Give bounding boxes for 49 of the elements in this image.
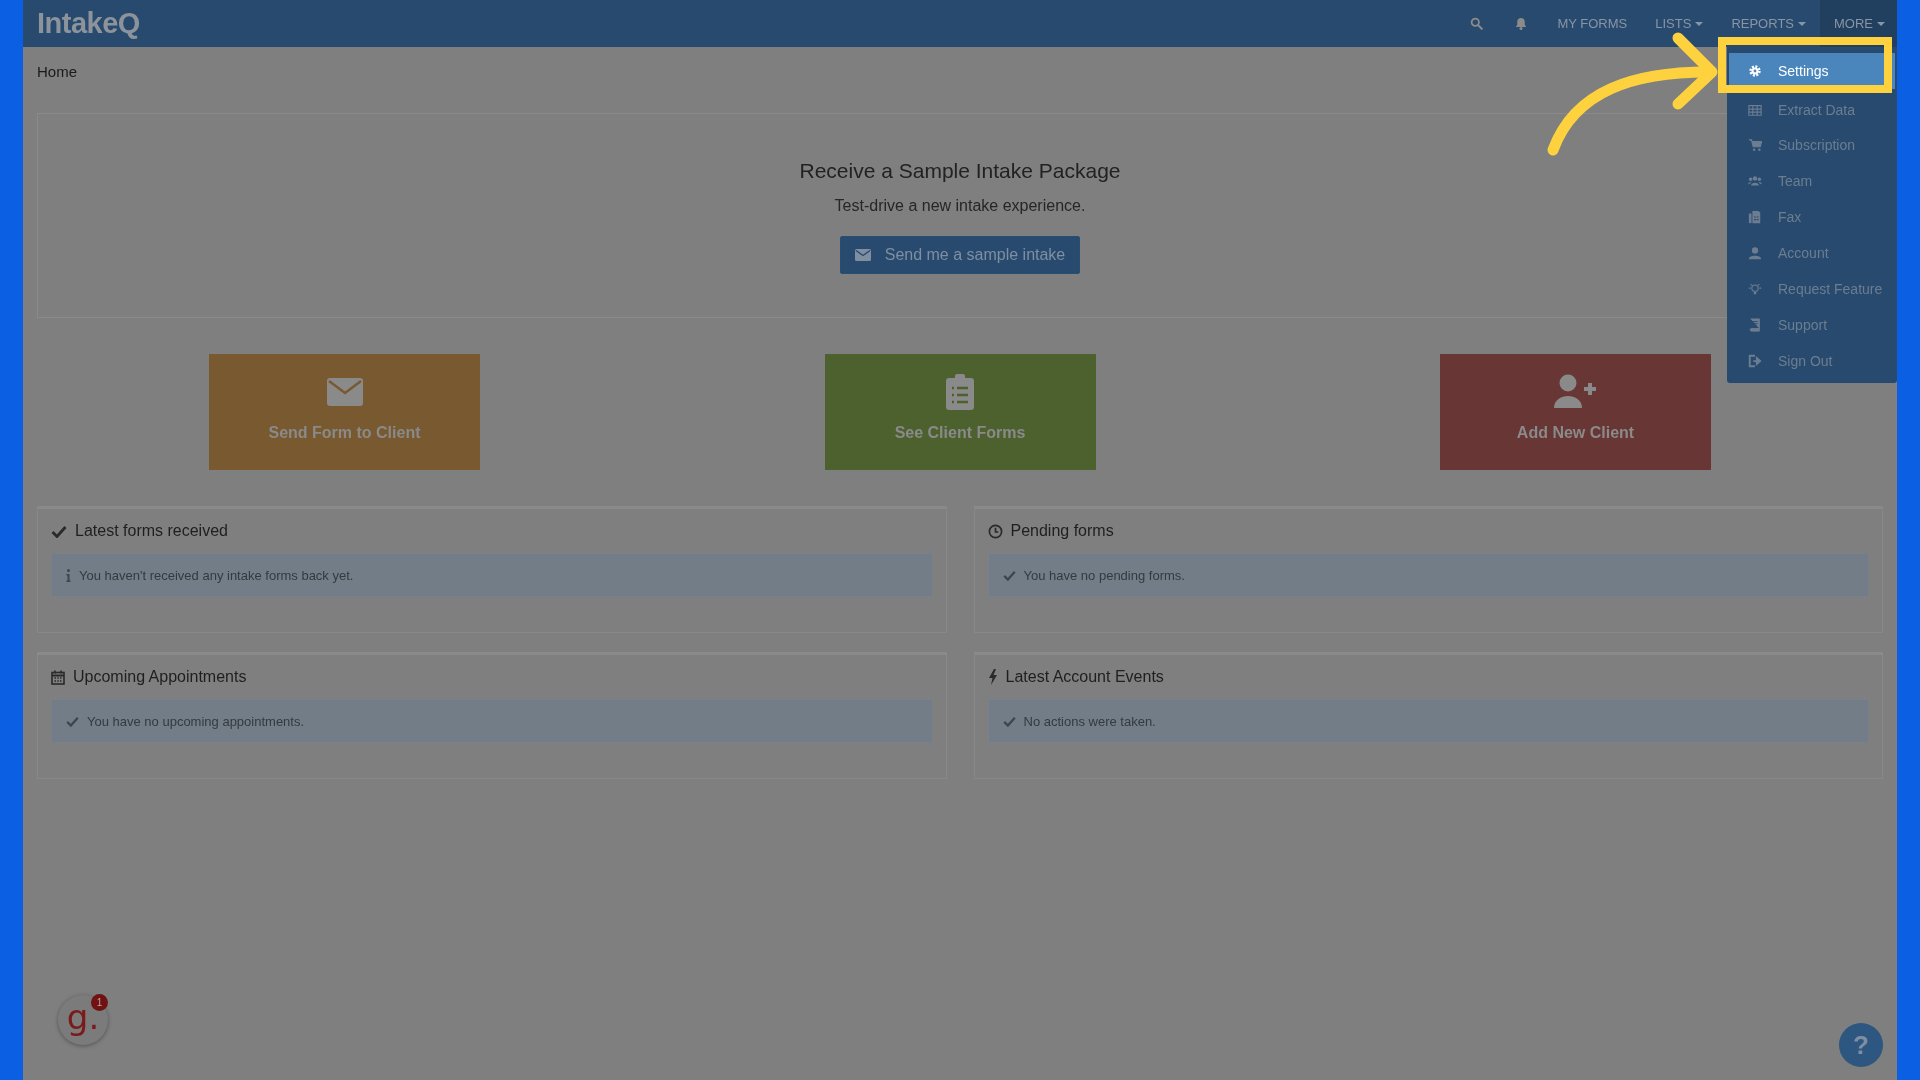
menu-item[interactable]: Request Feature bbox=[1729, 271, 1895, 307]
menu-item[interactable]: Account bbox=[1729, 235, 1895, 271]
sign-out-icon bbox=[1748, 354, 1762, 368]
search-icon[interactable] bbox=[1470, 17, 1484, 30]
lightbulb-icon bbox=[1748, 282, 1762, 296]
envelope-icon bbox=[854, 249, 871, 261]
envelope-icon bbox=[326, 378, 363, 406]
breadcrumb[interactable]: Home bbox=[37, 62, 77, 80]
table-icon bbox=[1748, 103, 1762, 117]
checkmark-icon bbox=[1002, 715, 1016, 727]
bell-icon[interactable] bbox=[1515, 17, 1528, 30]
menu-item[interactable]: Fax bbox=[1729, 199, 1895, 235]
message-text: No actions were taken. bbox=[1023, 713, 1156, 729]
menu-item[interactable]: Subscription bbox=[1729, 127, 1895, 163]
send-sample-button[interactable]: Send me a sample intake bbox=[839, 236, 1081, 274]
menu-item[interactable]: Sign Out bbox=[1729, 343, 1895, 379]
person-icon bbox=[1748, 246, 1762, 260]
panel-title: Latest forms received bbox=[75, 522, 228, 540]
info-icon bbox=[66, 568, 71, 582]
action-tile[interactable]: Send Form to Client bbox=[209, 354, 480, 470]
message-text: You have no pending forms. bbox=[1023, 567, 1185, 583]
message-text: You haven't received any intake forms back yet. bbox=[79, 567, 354, 583]
promo-subtitle: Test-drive a new intake experience. bbox=[834, 197, 1086, 215]
nav-link[interactable]: MY FORMS bbox=[1543, 0, 1642, 47]
message-text: You have no upcoming appointments. bbox=[87, 713, 305, 729]
clipboard-icon bbox=[946, 374, 974, 410]
lightning-icon bbox=[987, 669, 998, 685]
checkmark-icon bbox=[1002, 569, 1016, 581]
logo[interactable]: IntakeQ bbox=[37, 7, 140, 40]
action-tile[interactable]: Add New Client bbox=[1440, 354, 1711, 470]
panel-title: Upcoming Appointments bbox=[73, 668, 247, 686]
nav-link[interactable]: REPORTS bbox=[1717, 0, 1820, 47]
user-plus-icon bbox=[1553, 374, 1598, 410]
action-tile[interactable]: See Client Forms bbox=[824, 354, 1096, 470]
calendar-icon bbox=[51, 669, 65, 685]
cart-icon bbox=[1748, 138, 1762, 152]
checkmark-icon bbox=[51, 524, 67, 538]
panel-title: Pending forms bbox=[1010, 522, 1114, 540]
panel-title: Latest Account Events bbox=[1005, 668, 1164, 686]
people-icon bbox=[1748, 174, 1762, 188]
clock-icon bbox=[987, 523, 1003, 539]
fax-icon bbox=[1748, 210, 1762, 224]
promo-title: Receive a Sample Intake Package bbox=[799, 159, 1121, 183]
menu-item[interactable]: Support bbox=[1729, 307, 1895, 343]
menu-item[interactable]: Extract Data bbox=[1729, 93, 1895, 127]
menu-item[interactable]: Team bbox=[1729, 163, 1895, 199]
gear-icon bbox=[1748, 64, 1762, 78]
checkmark-icon bbox=[66, 715, 79, 727]
nav-link[interactable]: LISTS bbox=[1641, 0, 1718, 47]
